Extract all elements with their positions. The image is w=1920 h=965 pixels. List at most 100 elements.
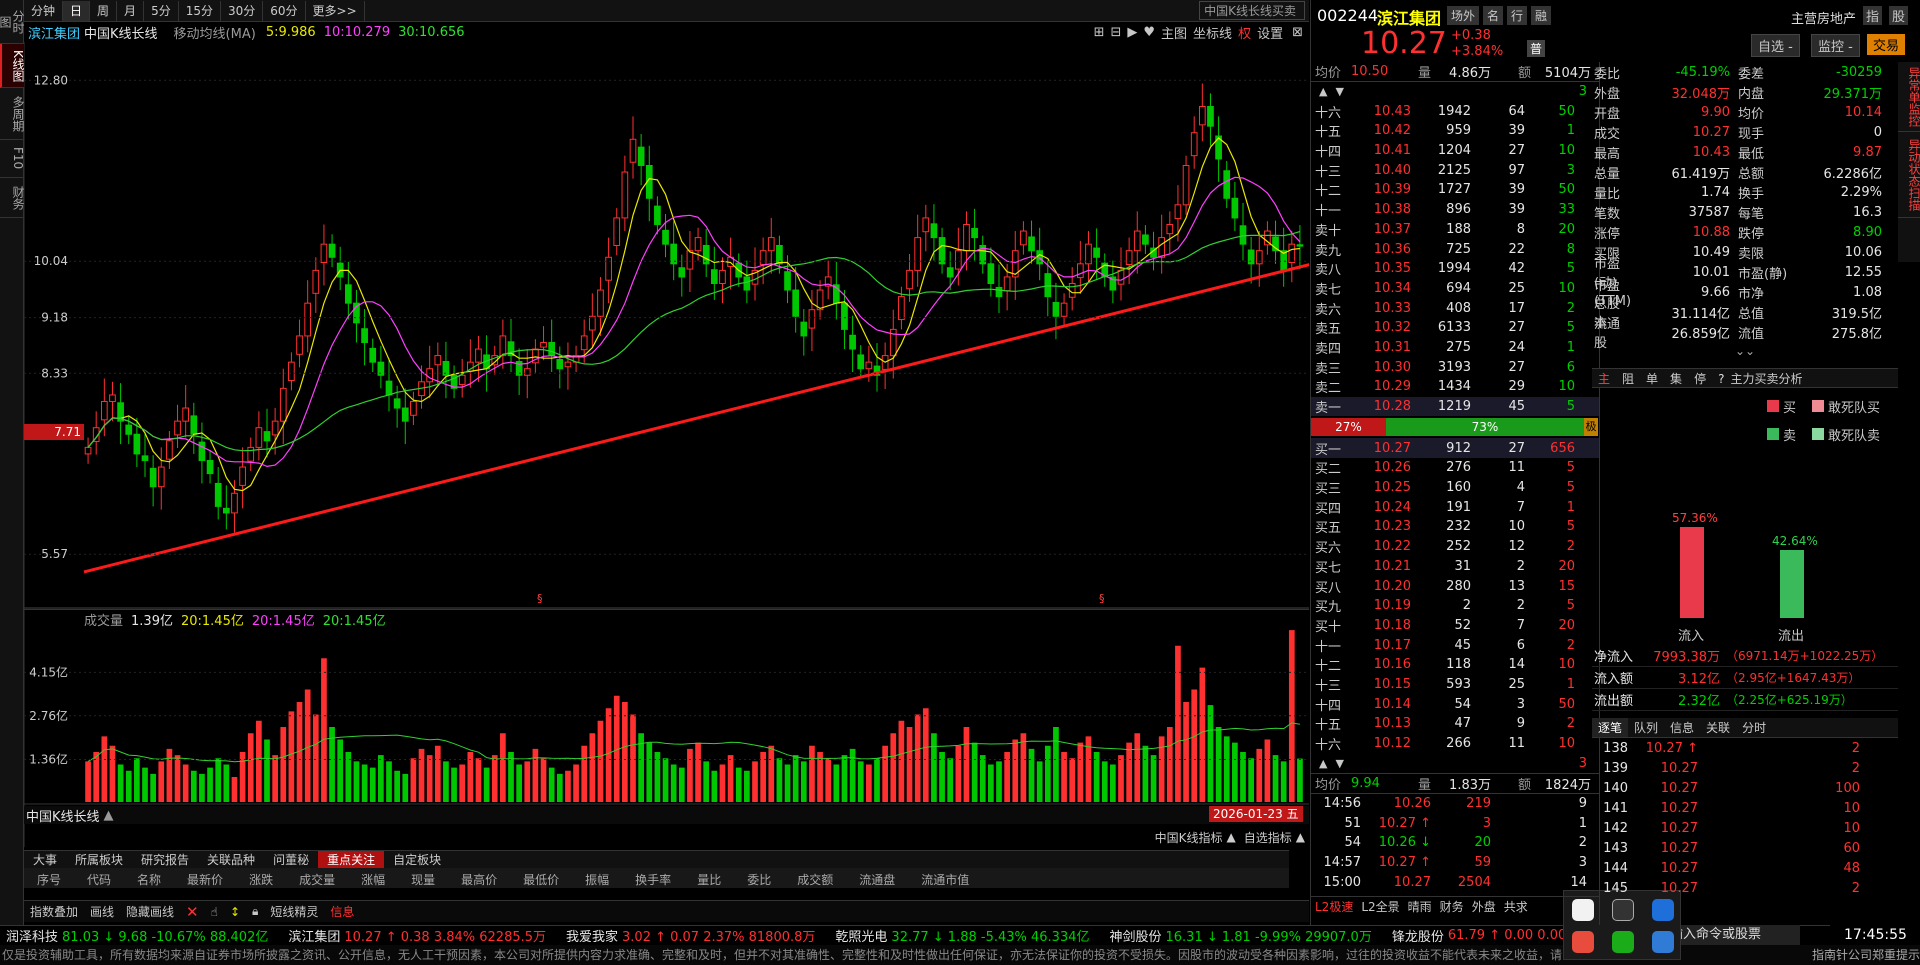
col-header[interactable]: 最新价: [174, 868, 236, 888]
sector-label[interactable]: 主营房地产: [1791, 8, 1856, 27]
ticker-name[interactable]: 乾照光电: [829, 926, 891, 945]
tab-finance-2[interactable]: 财务: [1436, 898, 1468, 915]
sell-row[interactable]: 卖五 10.32 6133 27 5: [1311, 318, 1599, 338]
sell-row[interactable]: 十一 10.38 896 39 33: [1311, 200, 1599, 220]
tab-share[interactable]: 共求: [1500, 898, 1532, 915]
tick-tab-related[interactable]: 关联: [1700, 718, 1736, 737]
add-watchlist-button[interactable]: 自选 -: [1751, 34, 1800, 57]
info-button[interactable]: 信息: [324, 903, 360, 920]
col-header[interactable]: 量比: [684, 868, 734, 888]
period-day[interactable]: 日: [63, 0, 91, 21]
period-5min[interactable]: 5分: [144, 0, 179, 21]
tab-finance[interactable]: 财务: [0, 178, 25, 218]
hand-icon[interactable]: ☝: [205, 905, 224, 919]
flow-tab-halt[interactable]: 停: [1688, 369, 1712, 387]
tab-sectors[interactable]: 所属板块: [66, 851, 132, 868]
tag-margin[interactable]: 融: [1531, 6, 1552, 25]
rights-button[interactable]: 权: [1235, 23, 1254, 42]
tab-weather[interactable]: 晴雨: [1404, 898, 1436, 915]
sell-row[interactable]: 卖七 10.34 694 25 10: [1311, 279, 1599, 299]
tab-custom-sector[interactable]: 自定板块: [384, 851, 450, 868]
sell-row[interactable]: 卖八 10.35 1994 42 5: [1311, 259, 1599, 279]
sell-row[interactable]: 卖六 10.33 408 17 2: [1311, 298, 1599, 318]
col-header[interactable]: 换手率: [622, 868, 684, 888]
flow-tab-main[interactable]: 主: [1592, 369, 1616, 387]
main-chart-button[interactable]: 主图: [1158, 23, 1190, 42]
flow-tab-resist[interactable]: 阻: [1616, 369, 1640, 387]
col-header[interactable]: 序号: [24, 868, 74, 888]
kline-indicator-arrow-icon[interactable]: ▲: [1223, 830, 1244, 844]
stock-button[interactable]: 股: [1889, 6, 1909, 25]
buy-row[interactable]: 十六 10.12 266 11 10: [1311, 734, 1599, 754]
buy-row[interactable]: 买九 10.19 2 2 5: [1311, 596, 1599, 616]
favorite-heart-icon[interactable]: ♥: [1140, 25, 1158, 40]
buy-row[interactable]: 十四 10.14 54 3 50: [1311, 694, 1599, 714]
col-header[interactable]: 涨跌: [236, 868, 286, 888]
indicator-panel-label[interactable]: 中国K线长线买卖: [1199, 1, 1305, 20]
tag-industry[interactable]: 行: [1507, 6, 1528, 25]
sell-row[interactable]: 十六 10.43 1942 64 50: [1311, 101, 1599, 121]
delete-icon[interactable]: ✕: [180, 903, 205, 921]
ticker-name[interactable]: 润泽科技: [0, 926, 62, 945]
abnormal-order-monitor[interactable]: 异常单监控: [1898, 62, 1920, 132]
trade-button[interactable]: 交易: [1867, 34, 1906, 55]
abnormal-scan[interactable]: 异动状态扫描: [1898, 132, 1920, 218]
buy-row[interactable]: 买五 10.23 232 10 5: [1311, 517, 1599, 537]
period-week[interactable]: 周: [90, 0, 118, 21]
custom-indicator-button[interactable]: 自选指标: [1244, 829, 1292, 846]
col-header[interactable]: 振幅: [572, 868, 622, 888]
lock-icon[interactable]: 🔒︎: [246, 904, 264, 919]
vertical-arrows-icon[interactable]: ↕: [224, 905, 246, 919]
ma-label[interactable]: 移动均线(MA): [158, 23, 256, 42]
tag-name[interactable]: 名: [1483, 6, 1504, 25]
index-button[interactable]: 指: [1863, 6, 1883, 25]
zoom-in-icon[interactable]: ⊞: [1091, 25, 1108, 40]
crosshair-button[interactable]: 坐标线: [1190, 23, 1235, 42]
scroll-up-icon[interactable]: ▲: [1311, 85, 1327, 98]
col-header[interactable]: 流通盘: [846, 868, 908, 888]
event-marker-2[interactable]: §: [1099, 592, 1105, 605]
kline-chart[interactable]: 12.8010.049.188.335.57 4.15亿2.76亿1.36亿 0…: [24, 42, 1309, 847]
close-panel-icon[interactable]: ⊠: [1286, 25, 1309, 40]
buy-row[interactable]: 买七 10.21 31 2 20: [1311, 557, 1599, 577]
app-icon-6[interactable]: [1652, 931, 1674, 953]
event-marker-1[interactable]: §: [537, 592, 543, 605]
col-header[interactable]: 现量: [398, 868, 448, 888]
tab-research[interactable]: 研究报告: [132, 851, 198, 868]
flow-tab-auction[interactable]: 集: [1664, 369, 1688, 387]
tab-focus[interactable]: 重点关注: [318, 851, 385, 868]
col-header[interactable]: 成交额: [784, 868, 846, 888]
tab-ask-secretary[interactable]: 问董秘: [264, 851, 318, 868]
buy-row[interactable]: 买十 10.18 52 7 20: [1311, 616, 1599, 636]
col-header[interactable]: 代码: [74, 868, 124, 888]
index-overlay-button[interactable]: 指数叠加: [24, 903, 84, 920]
sell-row[interactable]: 卖一 10.28 1219 45 5: [1311, 396, 1599, 417]
period-60min[interactable]: 60分: [263, 0, 306, 21]
period-more[interactable]: 更多>>: [306, 0, 365, 21]
col-header[interactable]: 成交量: [286, 868, 348, 888]
kline-indicator-button[interactable]: 中国K线指标: [1155, 829, 1223, 846]
col-header[interactable]: 委比: [734, 868, 784, 888]
tick-tab-queue[interactable]: 队列: [1628, 718, 1664, 737]
scroll-up-icon-2[interactable]: ▲: [1311, 757, 1327, 770]
buy-row[interactable]: 十一 10.17 45 6 2: [1311, 635, 1599, 655]
help-icon[interactable]: ?: [1712, 369, 1730, 387]
ticker-name[interactable]: 神剑股份: [1103, 926, 1165, 945]
col-header[interactable]: 流通市值: [908, 868, 982, 888]
tab-f10[interactable]: F10: [0, 140, 25, 178]
buy-row[interactable]: 买三 10.25 160 4 5: [1311, 478, 1599, 498]
tab-l2-fast[interactable]: L2极速: [1311, 898, 1357, 915]
custom-indicator-arrow-icon[interactable]: ▲: [1292, 830, 1309, 844]
period-15min[interactable]: 15分: [179, 0, 221, 21]
sell-row[interactable]: 卖十 10.37 188 8 20: [1311, 220, 1599, 240]
short-term-genie-button[interactable]: 短线精灵: [264, 903, 324, 920]
buy-row[interactable]: 买二 10.26 276 11 5: [1311, 458, 1599, 478]
scroll-down-icon-2[interactable]: ▼: [1327, 757, 1343, 770]
monitor-button[interactable]: 监控 -: [1811, 34, 1860, 57]
sell-row[interactable]: 卖九 10.36 725 22 8: [1311, 239, 1599, 259]
draw-line-button[interactable]: 画线: [84, 903, 120, 920]
indicator-left-label[interactable]: 中国K线长线: [24, 806, 100, 825]
col-header[interactable]: 最高价: [448, 868, 510, 888]
buy-row[interactable]: 买一 10.27 912 27 656: [1311, 438, 1599, 459]
triangle-up-icon[interactable]: ▲: [100, 808, 114, 823]
